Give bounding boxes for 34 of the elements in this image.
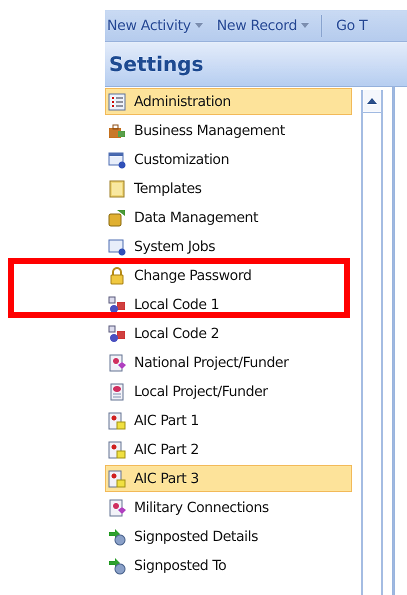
settings-item[interactable]: Local Code 2 [105, 320, 352, 347]
document-note-icon [108, 412, 126, 430]
padlock-icon [108, 266, 126, 284]
settings-item[interactable]: AIC Part 1 [105, 407, 352, 434]
settings-item[interactable]: Templates [105, 175, 352, 202]
document-icon [108, 498, 126, 516]
toolbar-menu[interactable]: Go T [336, 18, 368, 34]
settings-item[interactable]: AIC Part 2 [105, 436, 352, 463]
document-note-icon [108, 470, 126, 488]
settings-item[interactable]: National Project/Funder [105, 349, 352, 376]
settings-item[interactable]: Military Connections [105, 494, 352, 521]
briefcase-icon [108, 122, 126, 140]
notepad-icon [108, 180, 126, 198]
settings-item[interactable]: Local Project/Funder [105, 378, 352, 405]
document-icon [108, 382, 126, 400]
settings-item[interactable]: Administration [105, 88, 352, 115]
document-note-icon [108, 440, 126, 458]
document-icon [108, 354, 126, 372]
settings-item[interactable]: Local Code 1 [105, 291, 352, 318]
list-icon [108, 92, 126, 110]
settings-item[interactable]: Data Management [105, 204, 352, 231]
settings-item[interactable]: System Jobs [105, 233, 352, 260]
settings-item[interactable]: AIC Part 3 [105, 465, 352, 492]
up-arrow-icon [367, 98, 377, 104]
settings-item[interactable]: Change Password [105, 262, 352, 289]
toolbar-menu[interactable]: New Activity [107, 18, 203, 34]
scroll-up-button[interactable] [363, 90, 381, 113]
settings-item[interactable]: Signposted To [105, 552, 352, 579]
scrollbar[interactable] [361, 90, 383, 595]
toolbar-menu[interactable]: New Record [216, 18, 310, 34]
settings-item[interactable]: Business Management [105, 117, 352, 144]
settings-item[interactable]: Signposted Details [105, 523, 352, 550]
settings-item[interactable]: Customization [105, 146, 352, 173]
panel-title: Settings [109, 52, 204, 76]
